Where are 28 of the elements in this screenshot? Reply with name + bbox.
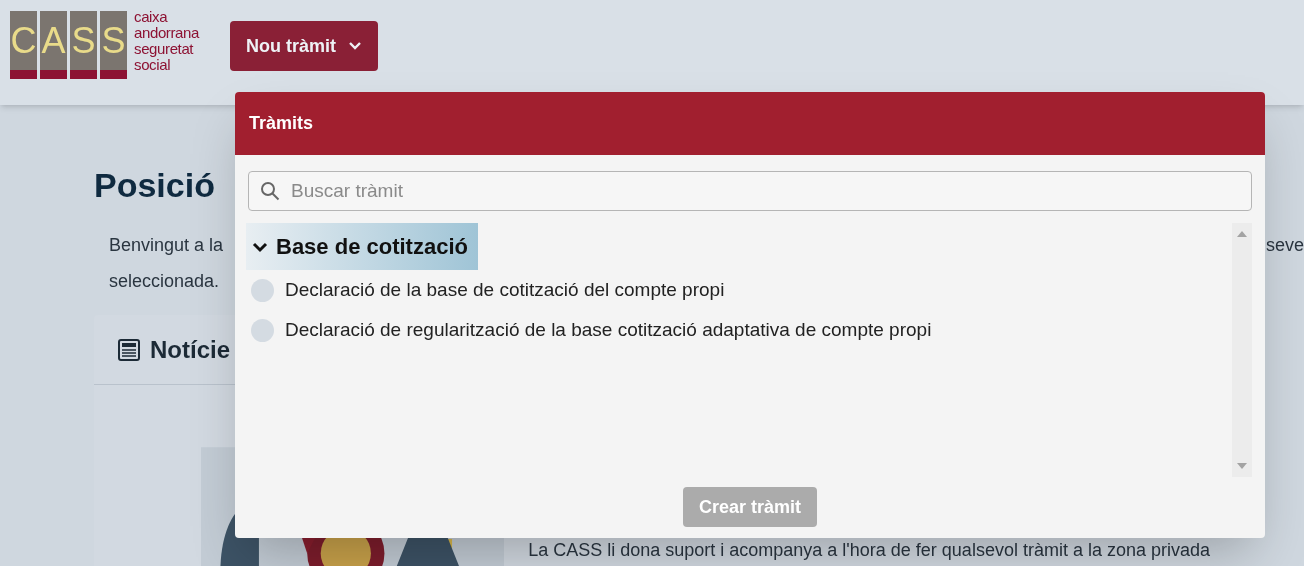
logo-letter: C	[10, 11, 37, 79]
group-header[interactable]: Base de cotització	[246, 223, 478, 270]
procedure-option[interactable]: Declaració de la base de cotització del compte propi	[285, 275, 725, 305]
scrollbar[interactable]	[1232, 223, 1252, 477]
intro-text: seve	[1265, 234, 1304, 257]
logo-tagline: social	[134, 57, 171, 73]
intro-text: seleccionada.	[109, 270, 221, 293]
logo-letter: S	[70, 11, 97, 79]
logo-letter: S	[100, 11, 127, 79]
dropdown-title: Tràmits	[249, 112, 314, 135]
radio-button[interactable]	[251, 278, 274, 302]
chevron-icon	[252, 240, 268, 253]
card-text: La CASS li dona suport i acompanya a l'hora de fer qualsevol tràmit a la zona privada	[528, 539, 1210, 562]
logo-tagline: seguretat	[134, 41, 195, 57]
radio-button[interactable]	[251, 318, 274, 342]
intro-text: Benvingut a la	[109, 234, 224, 257]
logo-tagline: caixa	[134, 9, 169, 25]
procedure-option[interactable]: Declaració de regularització de la base cotització adaptativa de compte propi	[285, 315, 932, 345]
page-title: Posició	[94, 165, 215, 205]
logo-letter: A	[40, 11, 67, 79]
scroll-up-icon[interactable]	[1237, 231, 1247, 237]
new-procedure-button[interactable]: Nou tràmit	[230, 21, 378, 71]
search-icon	[260, 181, 280, 201]
newspaper-icon	[118, 338, 140, 361]
scroll-down-icon[interactable]	[1237, 463, 1247, 469]
card-title: Notície	[150, 334, 230, 365]
search-field[interactable]: Buscar tràmit	[248, 171, 1252, 211]
logo-tagline: andorrana	[134, 25, 199, 41]
